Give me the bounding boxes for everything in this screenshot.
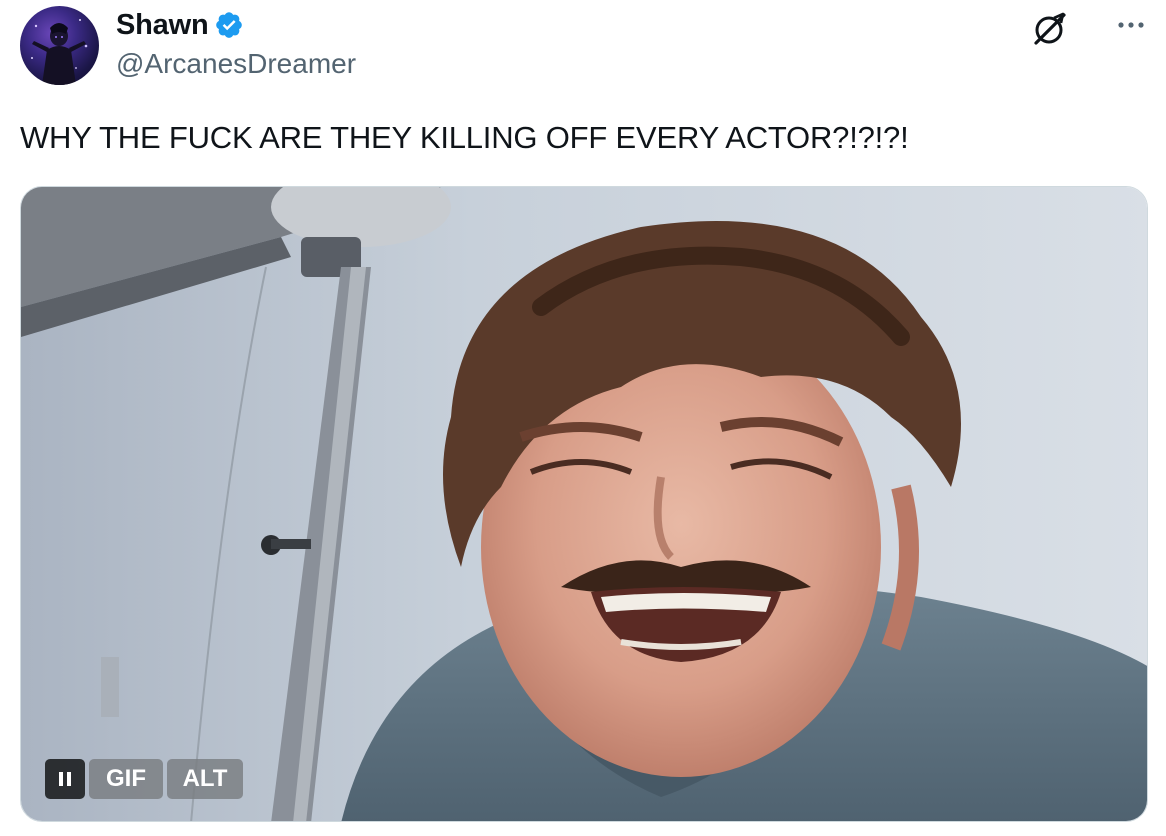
grok-icon[interactable] <box>1030 10 1068 48</box>
author-handle[interactable]: @ArcanesDreamer <box>116 48 356 80</box>
post-text: WHY THE FUCK ARE THEY KILLING OFF EVERY … <box>20 120 909 155</box>
tweet: Shawn @ArcanesDreamer WHY THE FUCK ARE T… <box>0 0 1166 836</box>
gif-badge: GIF <box>89 759 163 799</box>
author-display-name[interactable]: Shawn <box>116 9 209 42</box>
avatar-image <box>31 19 88 85</box>
avatar[interactable] <box>20 6 99 85</box>
pause-button[interactable] <box>45 759 85 799</box>
more-options-icon[interactable] <box>1112 10 1150 40</box>
gif-media[interactable]: GIF ALT <box>20 186 1148 822</box>
pause-icon <box>59 772 71 786</box>
alt-text-button[interactable]: ALT <box>167 759 243 799</box>
gif-controls: GIF ALT <box>45 759 243 799</box>
verified-badge-icon <box>214 10 244 40</box>
gif-frame <box>21 187 1147 821</box>
author-name-row: Shawn <box>116 8 244 42</box>
